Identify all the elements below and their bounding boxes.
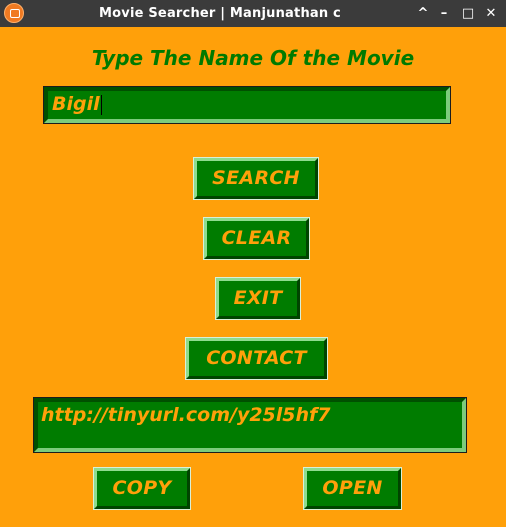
movie-name-value: Bigil — [52, 93, 100, 115]
window-title: Movie Searcher | Manjunathan c — [99, 6, 341, 21]
close-icon[interactable]: ✕ — [481, 0, 501, 27]
maximize-icon[interactable]: □ — [458, 0, 478, 27]
exit-button[interactable]: EXIT — [215, 277, 301, 320]
page-heading: Type The Name Of the Movie — [91, 46, 415, 70]
result-url-field[interactable]: http://tinyurl.com/y25l5hf7 — [33, 397, 467, 453]
title-bar: Movie Searcher | Manjunathan c ^ – □ ✕ — [0, 0, 506, 27]
contact-button[interactable]: CONTACT — [185, 337, 328, 380]
search-button[interactable]: SEARCH — [193, 157, 319, 200]
open-button[interactable]: OPEN — [303, 467, 402, 510]
copy-button[interactable]: COPY — [93, 467, 191, 510]
chevron-up-icon[interactable]: ^ — [413, 0, 433, 27]
movie-name-input[interactable]: Bigil — [43, 86, 451, 124]
clear-button[interactable]: CLEAR — [203, 217, 310, 260]
minimize-icon[interactable]: – — [434, 0, 454, 27]
text-caret — [100, 94, 102, 115]
